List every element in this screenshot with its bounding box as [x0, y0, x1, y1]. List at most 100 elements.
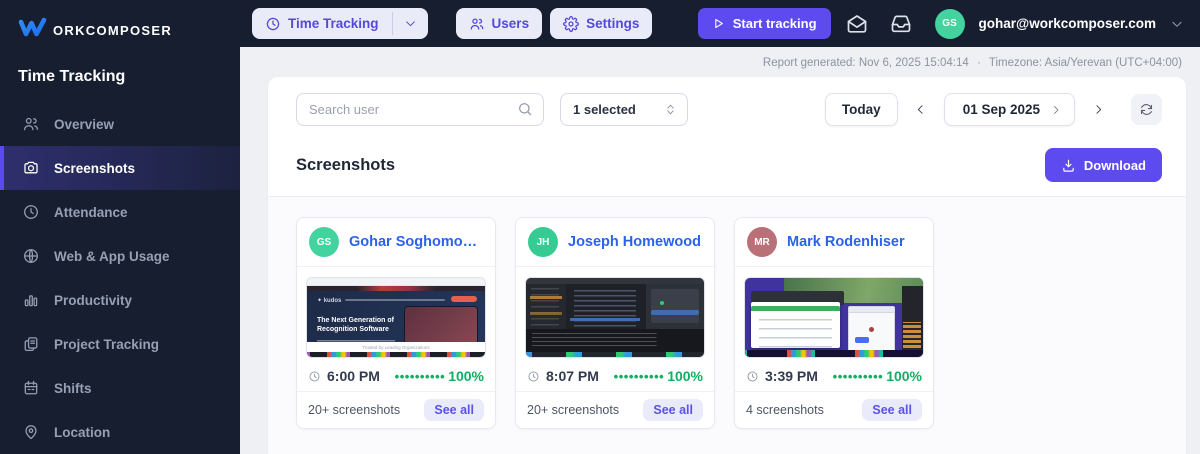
screenshot-thumbnail[interactable]: ✦ kudos The Next Generation of Recogniti…: [306, 277, 486, 358]
thumbnail-headline: The Next Generation of Recognition Softw…: [317, 317, 395, 333]
brand-logo-text: ORKCOMPOSER: [53, 22, 173, 38]
sidebar-item-project-tracking[interactable]: Project Tracking: [0, 322, 240, 366]
time-tracking-menu-label-seg[interactable]: Time Tracking: [252, 8, 392, 39]
screenshot-count: 4 screenshots: [746, 403, 824, 417]
brand-logo[interactable]: ORKCOMPOSER: [0, 0, 240, 54]
chevron-right-icon: [1095, 105, 1101, 114]
thumbnail-art: [869, 326, 875, 332]
sidebar-item-screenshots[interactable]: Screenshots: [0, 146, 240, 190]
inbox-icon[interactable]: [889, 12, 913, 36]
user-avatar[interactable]: GS: [934, 8, 965, 39]
calendar-icon: [24, 380, 38, 395]
thumbnail-art: [526, 284, 566, 329]
clock-icon: [24, 205, 38, 219]
thumbnail-art: [651, 289, 699, 323]
thumbnail-art: [530, 296, 562, 299]
activity-meter: •••••••••• 100%: [614, 368, 703, 384]
sidebar-item-label: Project Tracking: [54, 336, 160, 352]
activity-meter: •••••••••• 100%: [395, 368, 484, 384]
avatar: JH: [528, 227, 558, 257]
gear-icon: [563, 15, 579, 32]
prev-day-button[interactable]: [906, 95, 936, 125]
time-tracking-menu[interactable]: Time Tracking: [252, 8, 428, 39]
activity-meter: •••••••••• 100%: [833, 368, 922, 384]
activity-dots: ••••••••••: [394, 369, 446, 384]
card-header: GS Gohar Soghomon...: [297, 218, 495, 267]
sidebar-item-location[interactable]: Location: [0, 410, 240, 454]
activity-dots: ••••••••••: [613, 369, 665, 384]
chevron-down-icon[interactable]: [1170, 17, 1184, 31]
sidebar-item-overview[interactable]: Overview: [0, 102, 240, 146]
search-user-input[interactable]: [296, 93, 544, 126]
settings-nav-button[interactable]: Settings: [550, 8, 653, 39]
time-tracking-menu-chevron[interactable]: [393, 8, 428, 39]
user-name-link[interactable]: Mark Rodenhiser: [787, 234, 905, 250]
screenshot-cards: GS Gohar Soghomon... ✦ kudos The Next Ge…: [268, 197, 1186, 454]
screenshot-count: 20+ screenshots: [527, 403, 620, 417]
account-email[interactable]: gohar@workcomposer.com: [979, 16, 1156, 31]
sidebar-item-label: Attendance: [54, 204, 128, 220]
see-all-button[interactable]: See all: [643, 399, 703, 421]
time-label: 8:07 PM: [546, 368, 599, 384]
card-footer: 8:07 PM •••••••••• 100%: [516, 366, 714, 391]
sidebar-item-shifts[interactable]: Shifts: [0, 366, 240, 410]
sidebar-title: Time Tracking: [18, 68, 126, 85]
sidebar: ORKCOMPOSER Time Tracking Overview Scree…: [0, 0, 240, 454]
today-button[interactable]: Today: [824, 93, 898, 126]
clock-icon: [266, 17, 280, 30]
users-icon: [470, 18, 483, 30]
thumbnail-art: [451, 295, 477, 302]
camera-icon: [24, 161, 38, 174]
see-all-button[interactable]: See all: [862, 399, 922, 421]
users-nav-button[interactable]: Users: [455, 8, 543, 39]
screenshots-panel: 1 selected Today 01 Sep 2025: [268, 77, 1186, 454]
sidebar-item-label: Overview: [54, 116, 115, 132]
workcomposer-w-icon: [18, 17, 47, 37]
clock-icon: [528, 371, 539, 381]
topbar: Time Tracking Users Settings Start track…: [240, 0, 1200, 47]
thumbnail-art: [660, 301, 664, 305]
thumbnail-art: [530, 312, 562, 315]
user-screenshot-card: GS Gohar Soghomon... ✦ kudos The Next Ge…: [296, 217, 496, 429]
refresh-button[interactable]: [1131, 94, 1162, 125]
screenshot-thumbnail[interactable]: [744, 277, 924, 358]
sidebar-item-web-app-usage[interactable]: Web & App Usage: [0, 234, 240, 278]
thumbnail-art: [307, 352, 485, 357]
chevron-left-icon: [918, 105, 923, 114]
screenshot-thumbnail[interactable]: [525, 277, 705, 358]
sidebar-item-productivity[interactable]: Productivity: [0, 278, 240, 322]
card-header: MR Mark Rodenhiser: [735, 218, 933, 267]
user-name-link[interactable]: Joseph Homewood: [568, 234, 701, 250]
thumbnail-art: [745, 350, 923, 357]
date-picker-button[interactable]: 01 Sep 2025: [943, 93, 1075, 126]
sidebar-item-label: Web & App Usage: [54, 248, 170, 264]
report-timezone-text: Timezone: Asia/Yerevan (UTC+04:00): [988, 57, 1182, 69]
thumbnail-art: ✦ kudos: [317, 298, 342, 304]
download-button[interactable]: Download: [1044, 148, 1162, 182]
start-tracking-label: Start tracking: [732, 16, 817, 31]
users-selected-dropdown[interactable]: 1 selected: [560, 93, 688, 126]
screenshot-time: 3:39 PM: [746, 368, 818, 384]
time-tracking-menu-label: Time Tracking: [288, 16, 379, 31]
report-generated-text: Report generated: Nov 6, 2025 15:04:14: [762, 57, 969, 69]
see-all-button[interactable]: See all: [424, 399, 484, 421]
thumbnail-art: [526, 352, 704, 357]
main-column: Time Tracking Users Settings Start track…: [240, 0, 1200, 454]
thumbnail-art: [526, 329, 704, 352]
sidebar-item-attendance[interactable]: Attendance: [0, 190, 240, 234]
next-day-button[interactable]: [1083, 95, 1113, 125]
thumbnail-art: ✦ kudos The Next Generation of Recogniti…: [307, 291, 485, 357]
thumbnail-caption: Trusted by Leading Organizations: [307, 342, 485, 352]
sidebar-item-label: Location: [54, 424, 111, 440]
start-tracking-button[interactable]: Start tracking: [697, 8, 831, 39]
card-footer: 6:00 PM •••••••••• 100%: [297, 366, 495, 391]
download-label: Download: [1083, 157, 1146, 173]
time-label: 3:39 PM: [765, 368, 818, 384]
today-label: Today: [841, 102, 881, 117]
filters-toolbar: 1 selected Today 01 Sep 2025: [268, 77, 1186, 138]
user-name-link[interactable]: Gohar Soghomon...: [349, 234, 483, 250]
mail-open-icon[interactable]: [845, 12, 869, 36]
avatar: MR: [747, 227, 777, 257]
date-picker-value: 01 Sep 2025: [962, 102, 1040, 117]
play-icon: [714, 18, 723, 29]
